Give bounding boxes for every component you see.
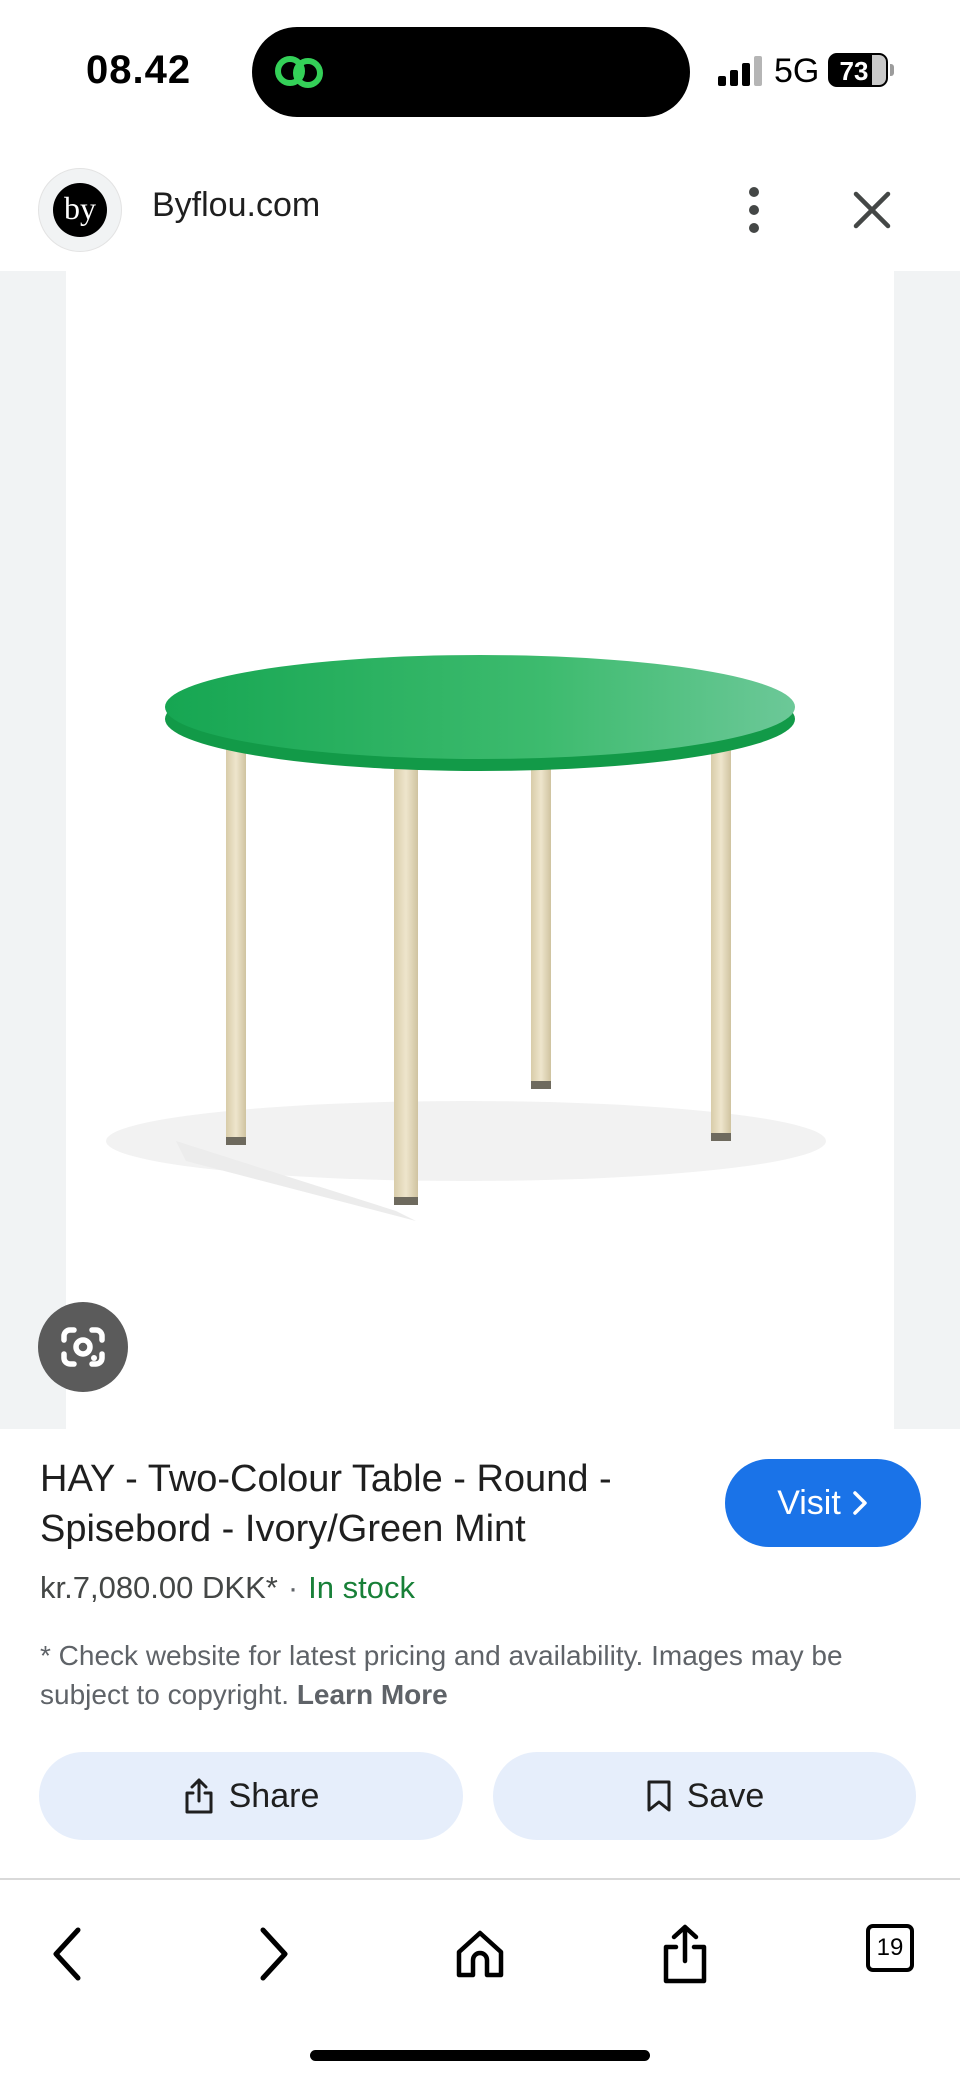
site-logo-text: by <box>53 183 107 237</box>
chevron-right-icon <box>260 1927 288 1981</box>
learn-more-link[interactable]: Learn More <box>297 1679 448 1710</box>
tabs-button[interactable]: 19 <box>866 1924 914 1972</box>
network-type: 5G <box>774 52 820 90</box>
share-page-button[interactable] <box>650 1916 720 1992</box>
status-time: 08.42 <box>86 48 192 92</box>
share-icon <box>185 1778 213 1814</box>
status-bar: 08.42 5G 73 <box>0 0 960 140</box>
more-vert-icon <box>749 187 759 233</box>
chevron-right-icon <box>853 1491 867 1515</box>
dynamic-island <box>252 27 690 117</box>
product-title[interactable]: HAY - Two-Colour Table - Round - Spisebo… <box>40 1454 700 1554</box>
share-button[interactable]: Share <box>39 1752 463 1840</box>
more-options-button[interactable] <box>730 182 778 238</box>
close-icon <box>853 191 891 229</box>
bookmark-icon <box>647 1780 671 1812</box>
share-icon <box>663 1924 707 1984</box>
chevron-left-icon <box>53 1927 81 1981</box>
back-button[interactable] <box>33 1916 103 1992</box>
visit-button[interactable]: Visit <box>725 1459 921 1547</box>
price-line: kr.7,080.00 DKK* · In stock <box>40 1570 415 1606</box>
home-button[interactable] <box>445 1916 515 1992</box>
table-illustration <box>106 655 826 1221</box>
lens-search-button[interactable] <box>38 1302 128 1392</box>
site-name[interactable]: Byflou.com <box>152 186 320 225</box>
disclaimer: * Check website for latest pricing and a… <box>40 1636 920 1714</box>
visit-label: Visit <box>777 1483 841 1522</box>
signal-icon <box>718 56 762 86</box>
stock-status: In stock <box>308 1570 415 1605</box>
google-lens-icon <box>61 1327 105 1367</box>
product-image-area[interactable] <box>0 271 960 1429</box>
battery-icon: 73 <box>828 53 894 87</box>
separator-dot: · <box>287 1570 299 1605</box>
home-indicator[interactable] <box>310 2050 650 2061</box>
site-header: by Byflou.com <box>0 160 960 270</box>
link-icon <box>275 56 323 88</box>
product-image[interactable] <box>66 271 894 1429</box>
share-label: Share <box>228 1776 320 1815</box>
price: kr.7,080.00 DKK* <box>40 1570 278 1605</box>
save-button[interactable]: Save <box>493 1752 916 1840</box>
save-label: Save <box>686 1776 765 1815</box>
forward-button[interactable] <box>238 1916 308 1992</box>
battery-level: 73 <box>839 56 869 86</box>
site-logo[interactable]: by <box>38 168 122 252</box>
close-button[interactable] <box>848 182 896 238</box>
home-icon <box>456 1930 504 1978</box>
